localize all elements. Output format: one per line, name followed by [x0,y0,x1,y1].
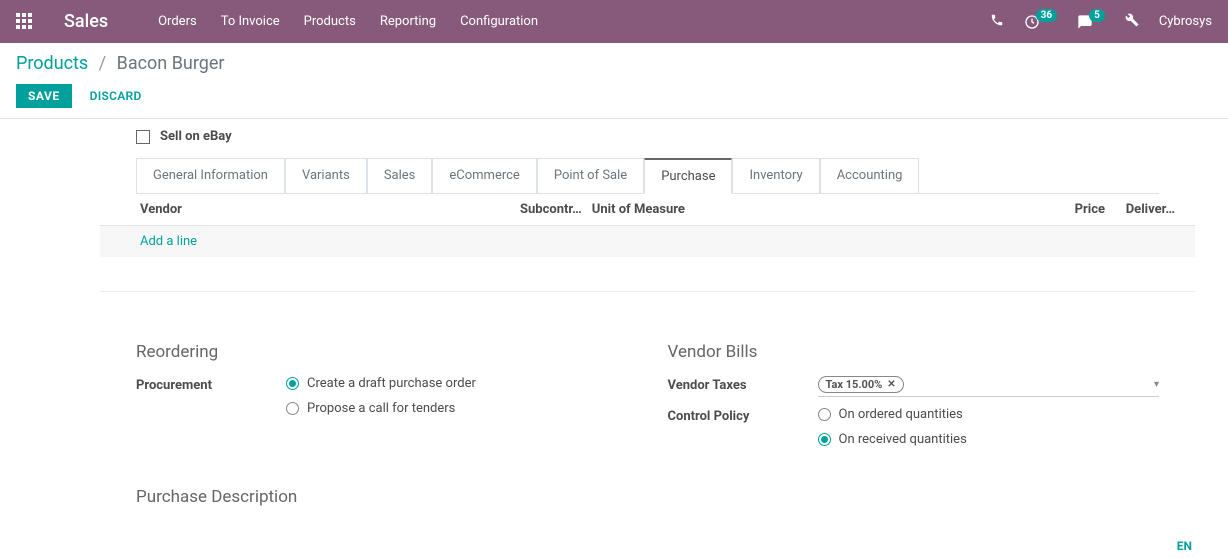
radio-icon [818,408,831,421]
nav-reporting[interactable]: Reporting [380,14,436,29]
section-reordering: Reordering Procurement Create a draft pu… [136,342,628,457]
procurement-option-tenders[interactable]: Propose a call for tenders [286,401,628,416]
vendor-bills-title: Vendor Bills [668,342,1160,362]
timer-count: 36 [1036,9,1057,22]
lang-badge[interactable]: EN [1177,539,1192,553]
topnav-right: 36 5 Cybrosys [990,13,1212,31]
phone-icon[interactable] [990,13,1004,31]
control-option-label: On ordered quantities [839,407,963,422]
apps-icon[interactable] [16,13,34,31]
reordering-title: Reordering [136,342,628,362]
col-subcontr[interactable]: Subcontr… [520,194,592,226]
breadcrumb-parent[interactable]: Products [16,53,88,74]
procurement-option-draft[interactable]: Create a draft purchase order [286,376,628,391]
vendor-empty-row [100,257,1195,279]
tab-ecommerce[interactable]: eCommerce [432,158,536,194]
sell-on-ebay-checkbox[interactable] [136,130,150,144]
vendor-table: Vendor Subcontr… Unit of Measure Price D… [100,194,1195,279]
breadcrumb-bar: Products / Bacon Burger [0,43,1228,78]
add-a-line-link[interactable]: Add a line [140,234,197,249]
tab-inventory[interactable]: Inventory [732,158,819,194]
vendor-add-line-row: Add a line [100,226,1195,258]
breadcrumb-current: Bacon Burger [117,53,225,74]
procurement-option-label: Create a draft purchase order [307,376,476,391]
chat-badge[interactable]: 5 [1077,14,1105,30]
user-menu[interactable]: Cybrosys [1159,14,1212,29]
section-vendor-bills: Vendor Bills Vendor Taxes Tax 15.00% ✕ ▾ [668,342,1160,457]
tax-tag: Tax 15.00% ✕ [818,376,904,393]
col-deliver[interactable]: Deliver… [1125,194,1195,226]
vendor-table-wrap: Vendor Subcontr… Unit of Measure Price D… [100,194,1195,292]
control-option-ordered[interactable]: On ordered quantities [818,407,1160,422]
tab-pos[interactable]: Point of Sale [537,158,644,194]
form-wrap: Sell on eBay General Information Variant… [0,119,1228,515]
brand-title: Sales [64,11,108,32]
section-purchase-description: Purchase Description [100,457,1195,507]
vendor-taxes-value: Tax 15.00% ✕ ▾ [818,376,1160,397]
control-option-received[interactable]: On received quantities [818,432,1160,447]
nav-configuration[interactable]: Configuration [460,14,538,29]
vendor-taxes-row: Vendor Taxes Tax 15.00% ✕ ▾ [668,376,1160,397]
sell-on-ebay-label: Sell on eBay [160,129,232,144]
control-policy-row: Control Policy On ordered quantities On … [668,407,1160,447]
tab-sales[interactable]: Sales [367,158,433,194]
purchase-desc-title: Purchase Description [136,487,1159,507]
procurement-options: Create a draft purchase order Propose a … [286,376,628,416]
control-policy-label: Control Policy [668,407,818,424]
discard-button[interactable]: DISCARD [90,89,142,103]
procurement-label: Procurement [136,376,286,393]
control-policy-options: On ordered quantities On received quanti… [818,407,1160,447]
tabs: General Information Variants Sales eComm… [136,158,1159,194]
tab-general-info[interactable]: General Information [136,158,285,194]
nav-menu: Orders To Invoice Products Reporting Con… [158,14,538,29]
breadcrumb: Products / Bacon Burger [16,53,1212,74]
radio-icon [286,402,299,415]
form-sheet: Sell on eBay General Information Variant… [100,119,1195,515]
col-price[interactable]: Price [1055,194,1125,226]
radio-icon [286,377,299,390]
breadcrumb-sep: / [99,53,106,74]
vendor-taxes-input[interactable]: Tax 15.00% ✕ ▾ [818,376,1160,397]
save-button[interactable]: SAVE [16,84,72,108]
tab-variants[interactable]: Variants [285,158,367,194]
top-nav: Sales Orders To Invoice Products Reporti… [0,0,1228,43]
action-bar: SAVE DISCARD [0,78,1228,119]
sell-on-ebay-row: Sell on eBay [100,119,1195,158]
chat-count: 5 [1089,9,1105,22]
col-uom[interactable]: Unit of Measure [592,194,1055,226]
tools-icon[interactable] [1125,13,1139,31]
timer-badge[interactable]: 36 [1024,14,1057,30]
chevron-down-icon[interactable]: ▾ [1154,379,1159,390]
col-vendor[interactable]: Vendor [100,194,520,226]
procurement-row: Procurement Create a draft purchase orde… [136,376,628,416]
left-gutter [0,119,100,515]
tab-accounting[interactable]: Accounting [820,158,920,194]
tax-tag-label: Tax 15.00% [826,378,883,391]
tax-tag-remove-icon[interactable]: ✕ [887,379,895,390]
control-option-label: On received quantities [839,432,967,447]
vendor-taxes-label: Vendor Taxes [668,376,818,393]
radio-icon [818,433,831,446]
procurement-option-label: Propose a call for tenders [307,401,455,416]
tab-purchase[interactable]: Purchase [644,158,732,194]
nav-orders[interactable]: Orders [158,14,197,29]
nav-to-invoice[interactable]: To Invoice [221,14,280,29]
sections: Reordering Procurement Create a draft pu… [100,342,1195,457]
nav-products[interactable]: Products [304,14,356,29]
